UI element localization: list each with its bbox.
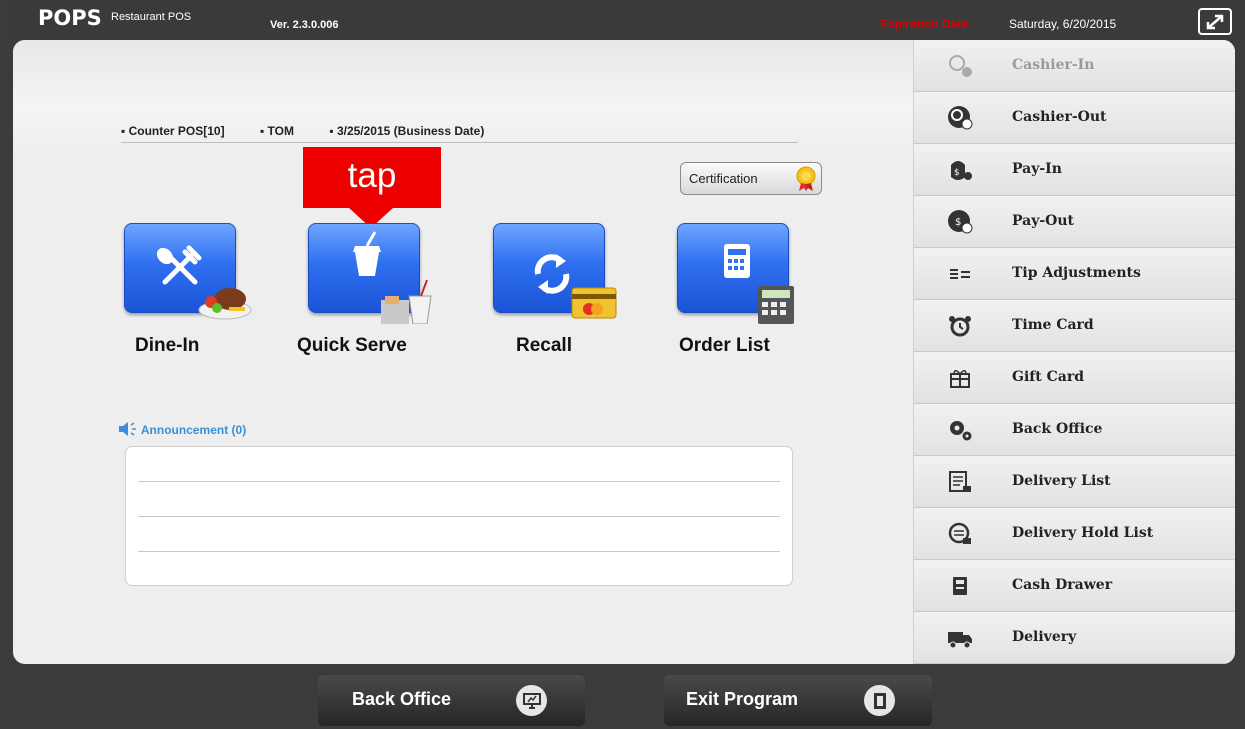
exit-program-label: Exit Program bbox=[686, 689, 799, 709]
order-list-icon bbox=[724, 244, 794, 324]
title-bar: POPS Restaurant POS Ver. 2.3.0.006 Expir… bbox=[8, 0, 1243, 40]
dine-in-label: Dine-In bbox=[135, 335, 200, 356]
sidebar-item-tip-adjustments[interactable]: Tip Adjustments bbox=[914, 248, 1235, 300]
order-list-button[interactable] bbox=[677, 223, 794, 324]
certification-button[interactable]: Certification bbox=[680, 162, 822, 195]
cashier-in-icon bbox=[949, 55, 972, 77]
sidebar-item-pay-out[interactable]: $ Pay-Out bbox=[914, 196, 1235, 248]
recall-label: Recall bbox=[516, 335, 572, 356]
exit-door-icon bbox=[864, 685, 895, 716]
sidebar-item-label: Delivery Hold List bbox=[1012, 525, 1154, 541]
app-subtitle: Restaurant POS bbox=[111, 11, 192, 23]
sidebar-item-cashier-in[interactable]: Cashier-In bbox=[914, 40, 1235, 92]
monitor-icon bbox=[516, 685, 547, 716]
recall-icon bbox=[534, 254, 617, 319]
sidebar-item-label: Gift Card bbox=[1012, 369, 1085, 385]
cashier-out-icon bbox=[948, 106, 973, 130]
sidebar-item-label: Cashier-Out bbox=[1012, 109, 1107, 125]
business-date: 3/25/2015 (Business Date) bbox=[336, 124, 485, 138]
sidebar-item-delivery-list[interactable]: Delivery List bbox=[914, 456, 1235, 508]
sidebar-item-label: Delivery bbox=[1012, 629, 1077, 645]
sidebar-item-gift-card[interactable]: Gift Card bbox=[914, 352, 1235, 404]
sidebar-item-label: Back Office bbox=[1012, 421, 1103, 437]
app-window: POPS Restaurant POS Ver. 2.3.0.006 Expir… bbox=[0, 0, 1245, 729]
version-label: Ver. 2.3.0.006 bbox=[270, 19, 339, 31]
medal-icon bbox=[796, 166, 816, 191]
order-list-label: Order List bbox=[679, 335, 770, 356]
user-name: TOM bbox=[267, 124, 294, 138]
expiration-date: Saturday, 6/20/2015 bbox=[1009, 17, 1117, 31]
expand-icon bbox=[1206, 14, 1224, 29]
station-name: Counter POS[10] bbox=[128, 124, 225, 138]
dine-in-icon bbox=[156, 245, 252, 320]
sidebar-item-pay-in[interactable]: $ Pay-In bbox=[914, 144, 1235, 196]
sidebar-item-time-card[interactable]: Time Card bbox=[914, 300, 1235, 352]
exit-program-button[interactable]: Exit Program bbox=[664, 675, 932, 726]
gears-icon bbox=[950, 421, 972, 441]
dine-in-button[interactable] bbox=[124, 223, 252, 320]
svg-text:$: $ bbox=[954, 168, 960, 178]
announcement-list bbox=[125, 446, 793, 586]
certification-label: Certification bbox=[689, 171, 758, 186]
sidebar-item-delivery-hold-list[interactable]: Delivery Hold List bbox=[914, 508, 1235, 560]
sidebar-item-label: Delivery List bbox=[1012, 473, 1111, 489]
truck-icon bbox=[948, 632, 972, 649]
cash-drawer-icon bbox=[953, 577, 967, 595]
sidebar-item-label: Pay-In bbox=[1012, 161, 1062, 177]
sidebar: Cashier-In Cashier-Out $ Pay-In $ Pay-Ou… bbox=[913, 40, 1235, 664]
list-item bbox=[138, 516, 780, 517]
gift-icon bbox=[950, 370, 970, 388]
sidebar-item-label: Time Card bbox=[1012, 317, 1094, 333]
sidebar-item-back-office[interactable]: Back Office bbox=[914, 404, 1235, 456]
announcement-label: Announcement (0) bbox=[140, 423, 247, 437]
sidebar-item-delivery[interactable]: Delivery bbox=[914, 612, 1235, 664]
pay-in-icon: $ bbox=[951, 161, 972, 180]
sidebar-item-label: Cashier-In bbox=[1012, 57, 1095, 73]
speaker-icon bbox=[119, 422, 136, 436]
sidebar-item-label: Pay-Out bbox=[1012, 213, 1075, 229]
alarm-clock-icon bbox=[949, 316, 971, 337]
app-logo: POPS bbox=[38, 6, 102, 30]
tap-annotation: tap bbox=[303, 147, 441, 208]
tip-adjustments-icon bbox=[950, 269, 970, 279]
sidebar-item-cash-drawer[interactable]: Cash Drawer bbox=[914, 560, 1235, 612]
main-panel: ▪ Counter POS[10] ▪ TOM ▪ 3/25/2015 (Bus… bbox=[13, 40, 1235, 664]
list-item bbox=[138, 481, 780, 482]
svg-text:$: $ bbox=[955, 217, 961, 228]
quick-serve-label: Quick Serve bbox=[297, 335, 407, 356]
back-office-button[interactable]: Back Office bbox=[318, 675, 585, 726]
sidebar-item-label: Tip Adjustments bbox=[1012, 265, 1141, 281]
quick-serve-icon bbox=[353, 231, 432, 324]
session-info: ▪ Counter POS[10] ▪ TOM ▪ 3/25/2015 (Bus… bbox=[121, 124, 485, 138]
sidebar-item-label: Cash Drawer bbox=[1012, 577, 1113, 593]
list-item bbox=[138, 551, 780, 552]
pay-out-icon: $ bbox=[948, 210, 973, 234]
delivery-list-icon bbox=[949, 471, 971, 492]
delivery-hold-icon bbox=[948, 522, 971, 544]
announcement-header: Announcement (0) bbox=[118, 422, 246, 437]
fullscreen-button[interactable] bbox=[1198, 8, 1232, 35]
recall-button[interactable] bbox=[493, 223, 617, 319]
divider bbox=[121, 142, 798, 143]
expiration-label: Expiration Date bbox=[880, 17, 969, 31]
back-office-label: Back Office bbox=[352, 689, 452, 709]
sidebar-item-cashier-out[interactable]: Cashier-Out bbox=[914, 92, 1235, 144]
quick-serve-button[interactable] bbox=[308, 223, 432, 324]
